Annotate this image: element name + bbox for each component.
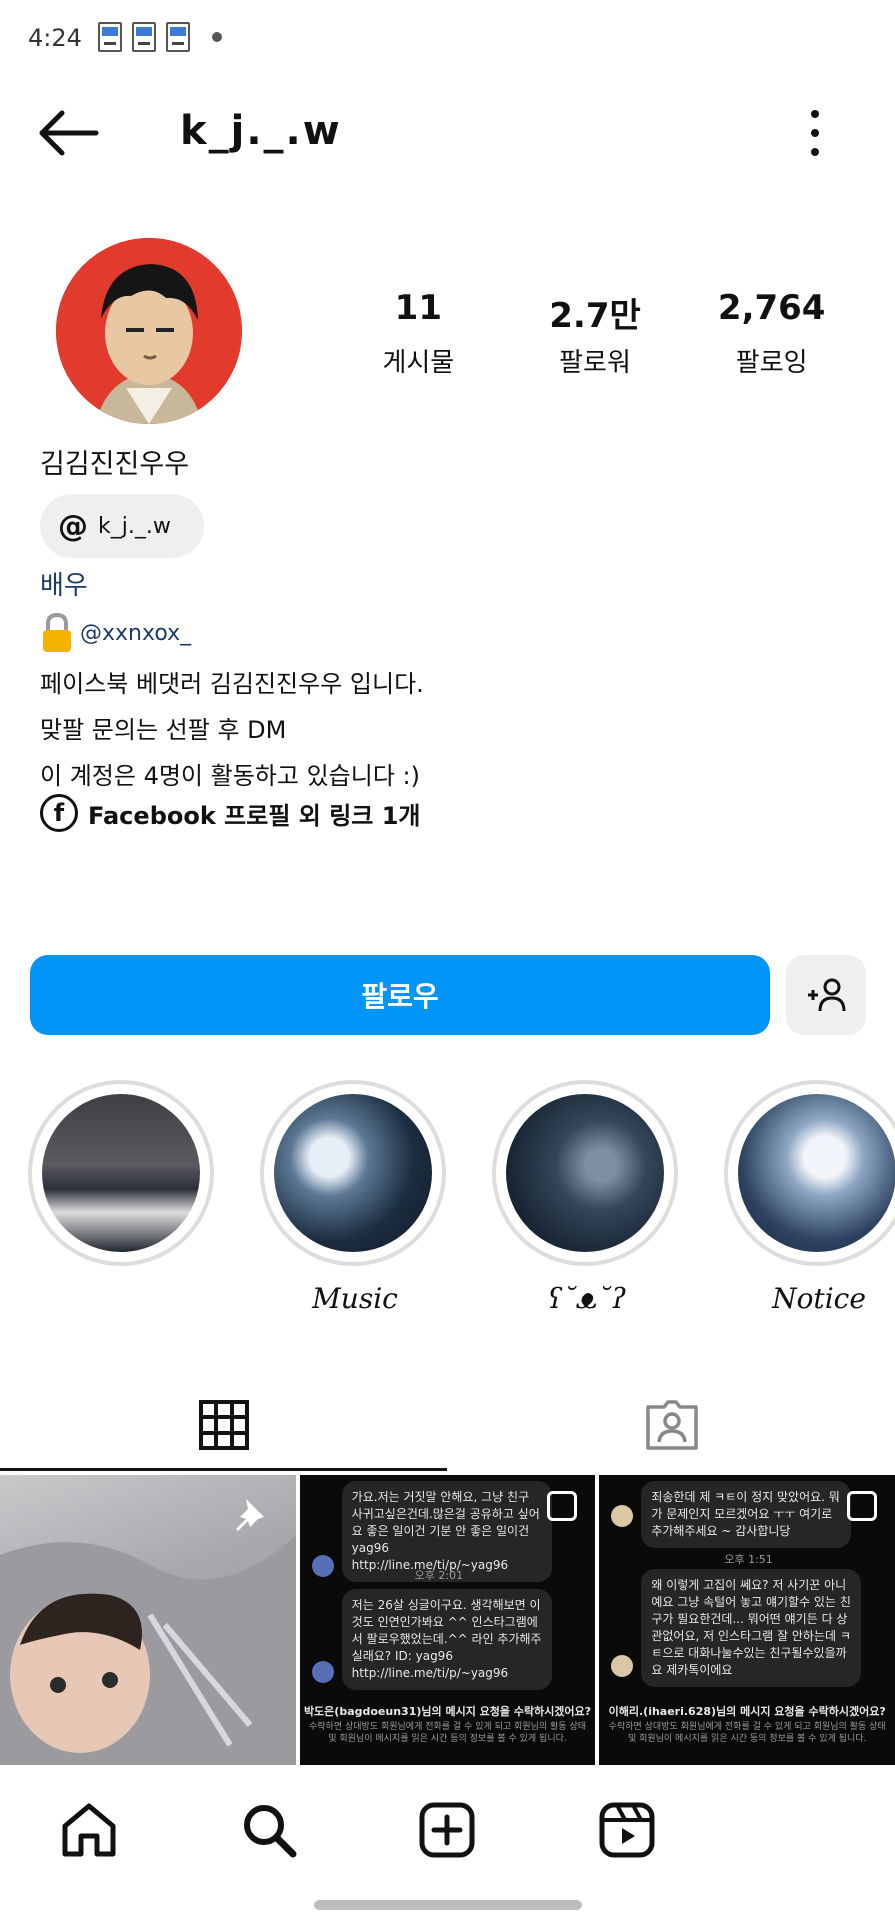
tab-posts-grid[interactable] — [0, 1380, 447, 1470]
facebook-icon: f — [40, 794, 78, 832]
highlight-item[interactable]: Notice — [724, 1080, 895, 1318]
carousel-icon — [547, 1491, 578, 1521]
lock-icon — [43, 612, 71, 652]
chat-timestamp: 오후 2:01 — [414, 1569, 464, 1582]
posts-grid: 가요.저는 거짓말 안해요, 그냥 친구 사귀고싶은건데.많은걸 공유하고 싶어… — [0, 1475, 895, 1765]
highlight-cover — [274, 1094, 432, 1252]
carousel-icon — [847, 1491, 878, 1521]
nav-create[interactable] — [412, 1795, 482, 1865]
status-icons — [98, 22, 222, 52]
highlight-ring — [492, 1080, 678, 1266]
profile-username: k_j._.w — [180, 108, 342, 154]
profile-stats: 11 게시물 2.7만 팔로워 2,764 팔로잉 — [330, 288, 860, 379]
stat-following-label: 팔로잉 — [735, 348, 808, 378]
tab-tagged[interactable] — [448, 1380, 895, 1470]
bio-line-2: 맞팔 문의는 선팔 후 DM — [40, 716, 287, 744]
linked-account-line: @xxnxox_ — [40, 612, 191, 654]
highlight-item[interactable]: ʕ˘ᴥ˘ʔ — [492, 1080, 682, 1318]
back-arrow-icon[interactable] — [36, 108, 100, 158]
stat-following[interactable]: 2,764 팔로잉 — [683, 288, 860, 379]
message-request-note: 수락하면 상대방도 회원님에게 전화를 걸 수 있게 되고 회원님의 활동 상태… — [309, 1722, 587, 1744]
stat-followers-count: 2.7만 — [549, 296, 641, 336]
status-time: 4:24 — [28, 24, 82, 52]
follow-button[interactable]: 팔로우 — [30, 955, 770, 1035]
sender-avatar — [611, 1655, 634, 1677]
bio-line-3: 이 계정은 4명이 활동하고 있습니다 :) — [40, 762, 420, 790]
bio-line-1: 페이스북 베댓러 김김진진우우 입니다. — [40, 670, 424, 698]
highlight-cover — [42, 1094, 200, 1252]
message-request-title: 이해리.(ihaeri.628)님의 메시지 요청을 수락하시겠어요? — [608, 1705, 886, 1718]
post-thumbnail[interactable]: 죄송한데 제 ㅋㅌ이 정지 맞았어요. 뭐가 문제인지 모르겠어요 ㅜㅜ 여기로… — [599, 1475, 895, 1765]
stat-following-count: 2,764 — [717, 288, 826, 328]
threads-handle: k_j._.w — [98, 513, 171, 539]
bottom-navigation — [0, 1765, 895, 1920]
linked-account-link[interactable]: @xxnxox_ — [80, 621, 191, 646]
add-person-icon — [808, 978, 846, 1012]
highlight-cover — [506, 1094, 664, 1252]
display-name: 김김진진우우 — [40, 449, 190, 480]
sender-avatar — [311, 1555, 334, 1577]
notification-dot-icon — [212, 32, 222, 42]
highlight-ring — [260, 1080, 446, 1266]
highlight-label: ʕ˘ᴥ˘ʔ — [547, 1282, 627, 1315]
chat-message: 왜 이렇게 고집이 쎄요? 저 사기꾼 아니예요 그냥 속털어 놓고 얘기할수 … — [641, 1569, 862, 1687]
more-options-icon[interactable] — [800, 108, 830, 158]
post-thumbnail[interactable]: 가요.저는 거짓말 안해요, 그냥 친구 사귀고싶은건데.많은걸 공유하고 싶어… — [299, 1475, 596, 1765]
stat-posts-count: 11 — [394, 288, 442, 328]
message-request-note: 수락하면 상대방도 회원님에게 전화를 걸 수 있게 되고 회원님의 활동 상태… — [608, 1722, 886, 1744]
profile-category: 배우 — [40, 571, 88, 601]
suggest-people-button[interactable] — [786, 955, 866, 1035]
sender-avatar — [311, 1661, 334, 1683]
threads-badge[interactable]: @ k_j._.w — [40, 494, 204, 558]
search-icon — [244, 1805, 297, 1858]
create-post-icon — [419, 1802, 475, 1858]
avatar-illustration — [56, 238, 242, 424]
highlight-item[interactable]: Music — [260, 1080, 450, 1318]
stat-followers[interactable]: 2.7만 팔로워 — [507, 288, 684, 379]
highlight-item[interactable] — [28, 1080, 218, 1318]
threads-icon: @ — [58, 508, 88, 544]
active-tab-indicator — [0, 1468, 447, 1471]
message-request-title: 박도은(bagdoeun31)님의 메시지 요청을 수락하시겠어요? — [303, 1705, 592, 1718]
post-thumbnail[interactable] — [0, 1475, 296, 1765]
sender-avatar — [611, 1505, 634, 1527]
facebook-link-label: Facebook 프로필 외 링크 1개 — [88, 801, 421, 830]
top-bar: k_j._.w — [0, 90, 895, 180]
nav-reels[interactable] — [592, 1795, 662, 1865]
nav-home[interactable] — [54, 1795, 124, 1865]
milk-carton-icon — [132, 22, 156, 52]
stat-posts[interactable]: 11 게시물 — [330, 288, 507, 379]
profile-avatar[interactable] — [56, 238, 242, 424]
highlight-ring — [28, 1080, 214, 1266]
highlight-ring — [724, 1080, 895, 1266]
milk-carton-icon — [98, 22, 122, 52]
stat-posts-label: 게시물 — [382, 348, 455, 378]
profile-tabs — [0, 1380, 895, 1471]
highlight-label: Music — [312, 1282, 398, 1315]
reels-icon — [599, 1802, 655, 1858]
grid-icon — [198, 1400, 249, 1450]
stat-followers-label: 팔로워 — [559, 348, 631, 378]
home-indicator — [314, 1900, 582, 1910]
status-bar: 4:24 — [0, 0, 895, 80]
story-highlights: Music ʕ˘ᴥ˘ʔ Notice — [0, 1080, 895, 1320]
highlight-label: Notice — [772, 1282, 866, 1315]
highlight-cover — [738, 1094, 895, 1252]
tagged-person-icon — [645, 1400, 698, 1450]
facebook-link[interactable]: f Facebook 프로필 외 링크 1개 — [40, 794, 421, 832]
highlight-label — [28, 1282, 218, 1318]
chat-message: 죄송한데 제 ㅋㅌ이 정지 맞았어요. 뭐가 문제인지 모르겠어요 ㅜㅜ 여기로… — [641, 1481, 852, 1548]
chat-timestamp: 오후 1:51 — [724, 1553, 773, 1566]
pin-icon — [235, 1499, 264, 1531]
chat-message: 저는 26살 싱글이구요. 생각해보면 이것도 인연인가봐요 ^^ 인스타그램에… — [341, 1589, 552, 1690]
nav-search[interactable] — [234, 1795, 304, 1865]
milk-carton-icon — [166, 22, 190, 52]
home-icon — [62, 1803, 116, 1857]
